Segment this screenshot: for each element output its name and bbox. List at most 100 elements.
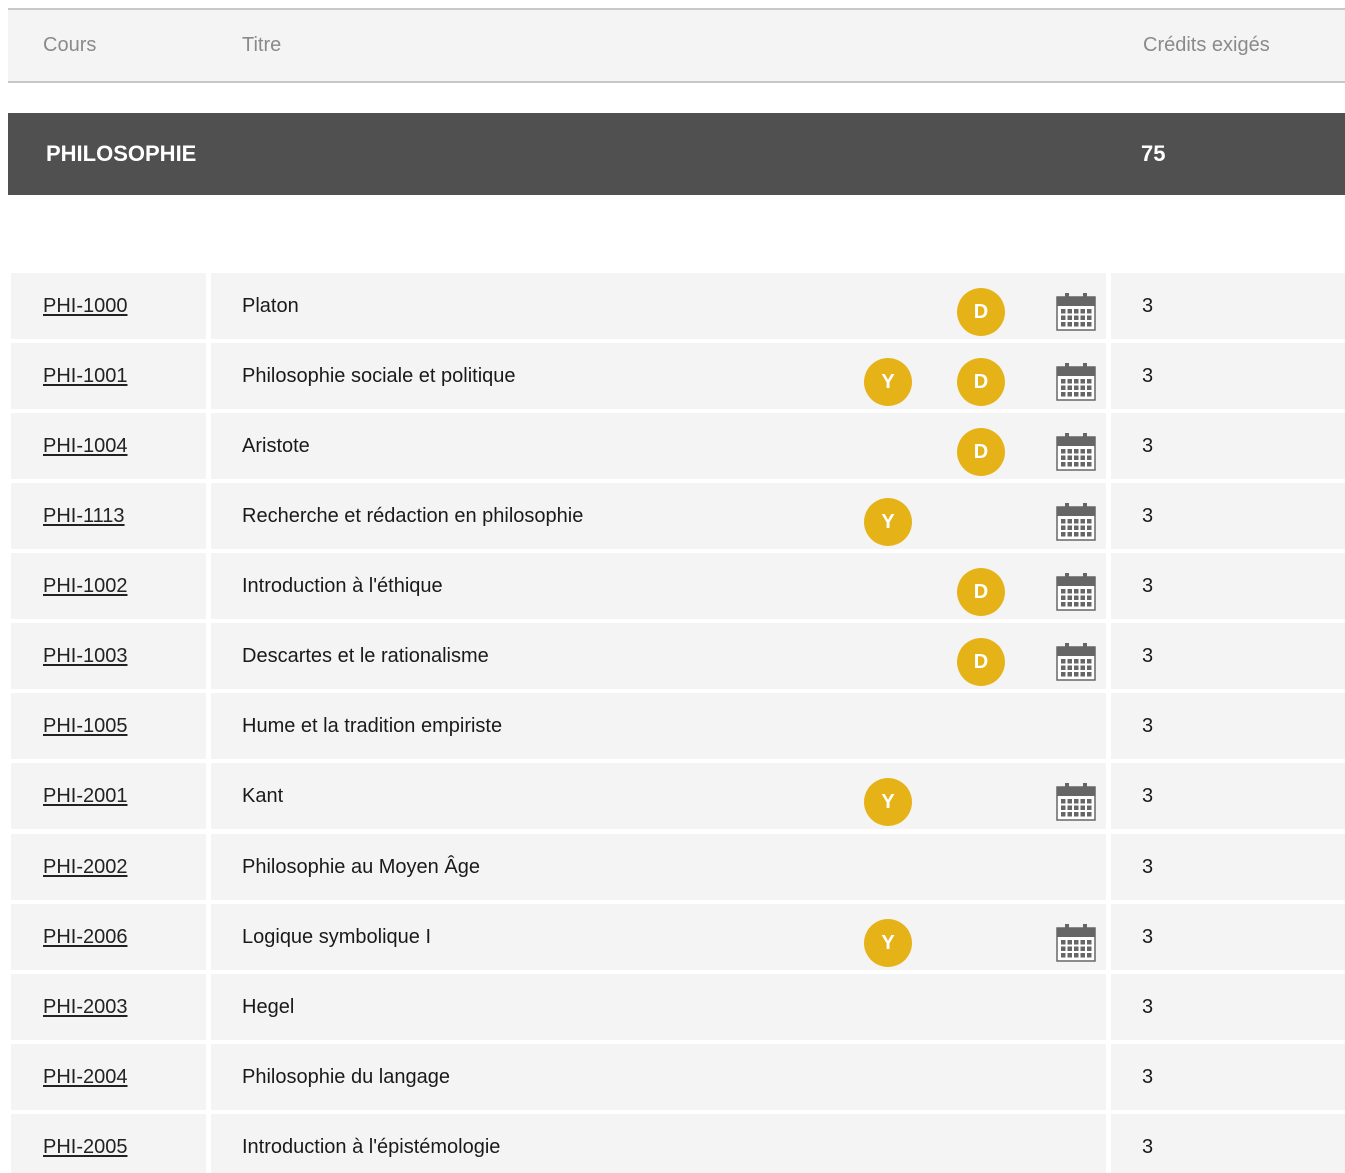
course-title-cell: Hume et la tradition empiriste [211,693,1106,759]
course-credits-cell: 3 [1111,273,1345,339]
course-title: Philosophie sociale et politique [242,365,516,387]
header-credits: Crédits exigés [1111,10,1345,81]
course-code-link[interactable]: PHI-1001 [43,365,128,388]
y-badge-icon[interactable]: Y [864,778,912,826]
course-row: PHI-2004 Philosophie du langage 3 [11,1044,1345,1110]
course-code-cell: PHI-1000 [11,273,206,339]
course-row: PHI-2001 Kant Y 3 [11,763,1345,829]
course-credits-cell: 3 [1111,483,1345,549]
calendar-icon[interactable] [1056,363,1096,401]
course-title: Logique symbolique I [242,926,432,948]
course-code-cell: PHI-1003 [11,623,206,689]
course-credits-cell: 3 [1111,763,1345,829]
course-row: PHI-2003 Hegel 3 [11,974,1345,1040]
course-title: Platon [242,295,299,317]
course-credits: 3 [1142,926,1154,948]
course-credits: 3 [1142,365,1154,387]
course-title-cell: Hegel [211,974,1106,1040]
course-code-link[interactable]: PHI-2005 [43,1136,128,1159]
course-code-cell: PHI-2001 [11,763,206,829]
course-credits-cell: 3 [1111,413,1345,479]
course-title: Introduction à l'épistémologie [242,1136,501,1158]
course-credits: 3 [1142,1136,1154,1158]
calendar-icon[interactable] [1056,643,1096,681]
course-code-link[interactable]: PHI-2006 [43,926,128,949]
course-title-cell: Introduction à l'éthique D [211,553,1106,619]
course-row: PHI-2002 Philosophie au Moyen Âge 3 [11,834,1345,900]
d-badge-icon[interactable]: D [957,638,1005,686]
course-title-cell: Introduction à l'épistémologie [211,1114,1106,1173]
course-title-cell: Philosophie au Moyen Âge [211,834,1106,900]
d-badge-icon[interactable]: D [957,568,1005,616]
course-code-link[interactable]: PHI-1004 [43,435,128,458]
course-title: Philosophie du langage [242,1066,450,1088]
calendar-icon[interactable] [1056,783,1096,821]
course-title: Hegel [242,996,295,1018]
course-row: PHI-1000 Platon D 3 [11,273,1345,339]
course-code-cell: PHI-2002 [11,834,206,900]
y-badge-icon[interactable]: Y [864,358,912,406]
calendar-icon[interactable] [1056,433,1096,471]
course-row: PHI-1005 Hume et la tradition empiriste 3 [11,693,1345,759]
course-row: PHI-2006 Logique symbolique I Y 3 [11,904,1345,970]
course-code-cell: PHI-1001 [11,343,206,409]
course-code-link[interactable]: PHI-1000 [43,295,128,318]
course-code-cell: PHI-1002 [11,553,206,619]
course-title: Aristote [242,435,310,457]
course-code-cell: PHI-2006 [11,904,206,970]
d-badge-icon[interactable]: D [957,428,1005,476]
course-credits: 3 [1142,575,1154,597]
course-title: Kant [242,785,284,807]
course-code-cell: PHI-1005 [11,693,206,759]
course-title-cell: Logique symbolique I Y [211,904,1106,970]
course-code-cell: PHI-2005 [11,1114,206,1173]
course-title-cell: Descartes et le rationalisme D [211,623,1106,689]
course-credits-cell: 3 [1111,693,1345,759]
course-credits: 3 [1142,996,1154,1018]
header-titre: Titre [211,10,1106,81]
course-title-cell: Platon D [211,273,1106,339]
course-credits: 3 [1142,435,1154,457]
course-code-link[interactable]: PHI-2001 [43,785,128,808]
course-code-link[interactable]: PHI-2002 [43,856,128,879]
d-badge-icon[interactable]: D [957,288,1005,336]
course-row: PHI-1004 Aristote D 3 [11,413,1345,479]
course-code-link[interactable]: PHI-1113 [43,505,125,528]
course-credits: 3 [1142,645,1154,667]
table-header: Cours Titre Crédits exigés [8,8,1345,83]
course-credits-cell: 3 [1111,904,1345,970]
y-badge-icon[interactable]: Y [864,498,912,546]
y-badge-icon[interactable]: Y [864,919,912,967]
section-name: PHILOSOPHIE [46,141,197,166]
course-code-link[interactable]: PHI-2003 [43,996,128,1019]
course-credits-cell: 3 [1111,623,1345,689]
section-credits: 75 [1141,141,1166,166]
calendar-icon[interactable] [1056,924,1096,962]
course-credits: 3 [1142,1066,1154,1088]
course-title-cell: Aristote D [211,413,1106,479]
course-title-cell: Kant Y [211,763,1106,829]
course-code-cell: PHI-2004 [11,1044,206,1110]
course-credits: 3 [1142,505,1154,527]
d-badge-icon[interactable]: D [957,358,1005,406]
course-title: Introduction à l'éthique [242,575,443,597]
course-credits-cell: 3 [1111,974,1345,1040]
course-code-link[interactable]: PHI-1003 [43,645,128,668]
calendar-icon[interactable] [1056,503,1096,541]
course-credits-cell: 3 [1111,834,1345,900]
calendar-icon[interactable] [1056,573,1096,611]
course-title: Descartes et le rationalisme [242,645,489,667]
calendar-icon[interactable] [1056,293,1096,331]
course-credits-cell: 3 [1111,1044,1345,1110]
course-code-cell: PHI-1113 [11,483,206,549]
section-header: PHILOSOPHIE 75 [8,113,1345,195]
course-code-link[interactable]: PHI-1005 [43,715,128,738]
course-title: Philosophie au Moyen Âge [242,856,480,878]
course-credits: 3 [1142,785,1154,807]
course-title: Recherche et rédaction en philosophie [242,505,584,527]
course-title-cell: Philosophie du langage [211,1044,1106,1110]
course-credits-cell: 3 [1111,343,1345,409]
course-credits: 3 [1142,715,1154,737]
course-code-link[interactable]: PHI-1002 [43,575,128,598]
course-code-link[interactable]: PHI-2004 [43,1066,128,1089]
